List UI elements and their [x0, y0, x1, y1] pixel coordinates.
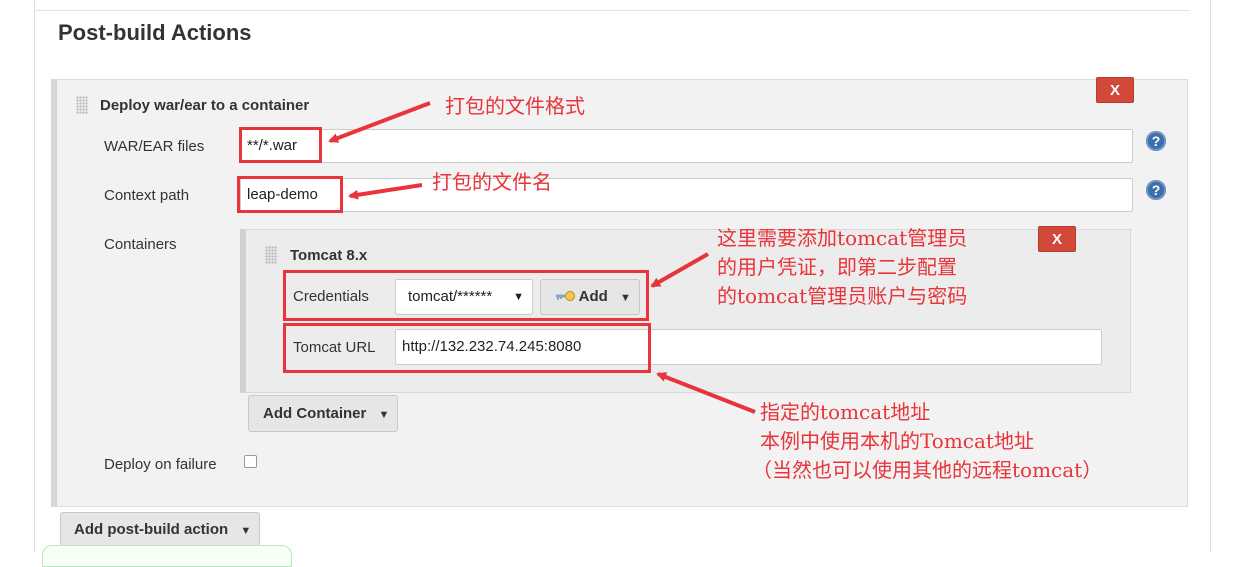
arrow-to-credentials	[650, 252, 709, 288]
annotation-credentials-line-1: 这里需要添加tomcat管理员	[717, 226, 968, 250]
annotation-war-format: 打包的文件格式	[445, 94, 585, 118]
annotation-url-line-2: 本例中使用本机的Tomcat地址	[760, 429, 1034, 453]
arrow-to-war-files	[328, 101, 431, 143]
annotation-url-line-1: 指定的tomcat地址	[760, 400, 931, 424]
annotation-credentials-line-3: 的tomcat管理员账户与密码	[717, 284, 968, 308]
annotation-credentials-line-2: 的用户凭证，即第二步配置	[717, 255, 957, 279]
arrow-to-context-path	[348, 183, 423, 200]
annotation-url-line-3: （当然也可以使用其他的远程tomcat）	[752, 458, 1103, 482]
annotation-context-name: 打包的文件名	[432, 170, 552, 194]
arrow-to-tomcat-url	[656, 372, 756, 414]
